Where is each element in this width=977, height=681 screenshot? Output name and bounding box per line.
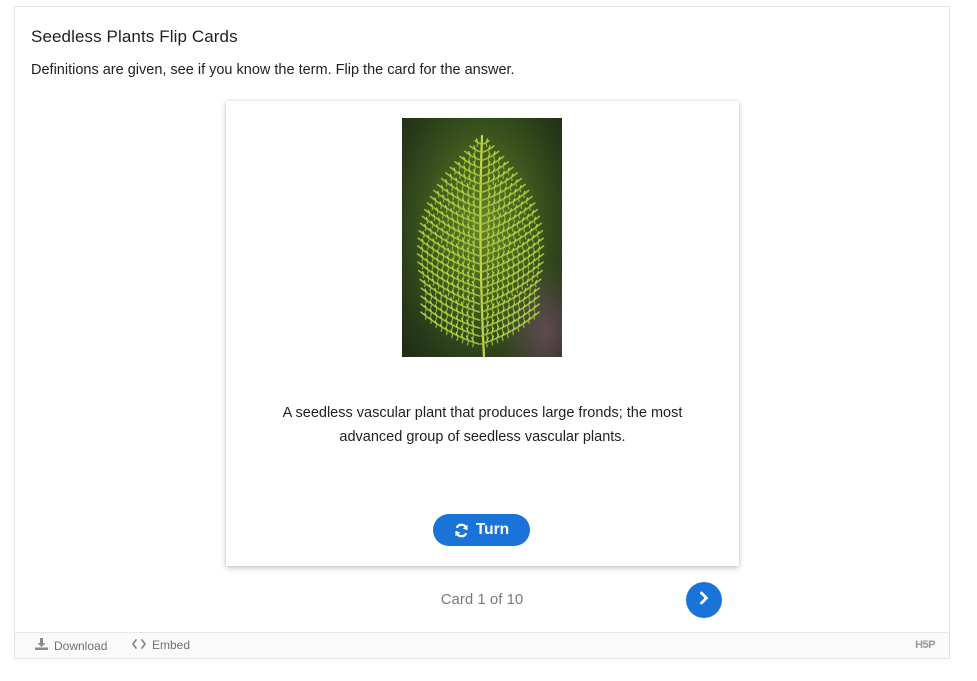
code-icon — [132, 638, 146, 652]
embed-link[interactable]: Embed — [132, 638, 190, 652]
turn-button[interactable]: Turn — [433, 514, 530, 546]
refresh-icon — [454, 523, 469, 538]
card-progress-text: Card 1 of 10 — [440, 591, 524, 608]
h5p-logo[interactable]: H5P — [915, 639, 935, 651]
flip-card[interactable]: A seedless vascular plant that produces … — [226, 101, 739, 566]
download-label: Download — [54, 638, 108, 653]
next-card-button[interactable] — [686, 582, 722, 618]
page-description: Definitions are given, see if you know t… — [31, 62, 515, 78]
turn-button-label: Turn — [475, 521, 510, 538]
card-definition-text: A seedless vascular plant that produces … — [282, 405, 683, 445]
footer-bar: Download Embed H5P — [15, 632, 949, 658]
page-title: Seedless Plants Flip Cards — [31, 27, 238, 46]
fern-image — [402, 118, 562, 357]
download-icon — [35, 638, 48, 653]
chevron-right-icon — [697, 591, 711, 610]
h5p-content-frame: Seedless Plants Flip Cards Definitions a… — [14, 6, 950, 659]
download-link[interactable]: Download — [35, 638, 107, 653]
embed-label: Embed — [152, 638, 191, 652]
